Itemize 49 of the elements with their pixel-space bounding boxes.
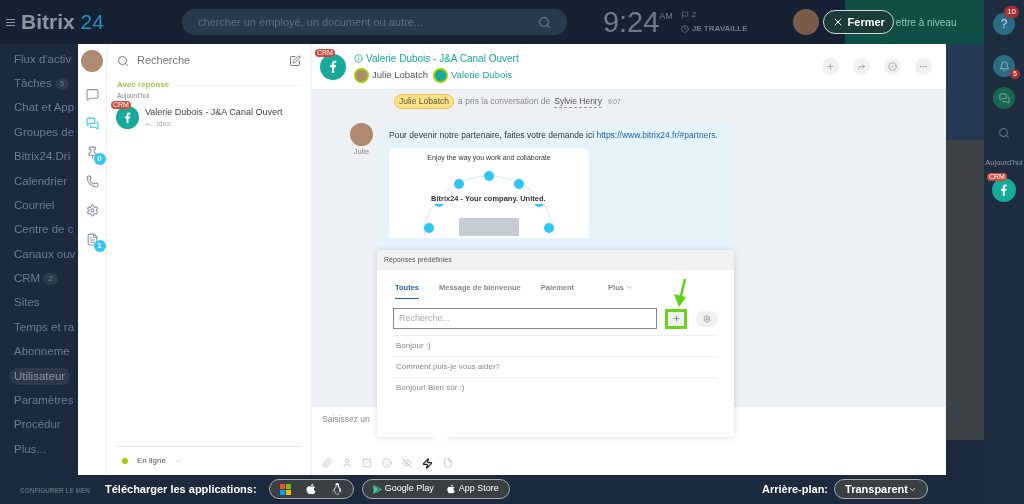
background-select[interactable]: Transparent (834, 479, 929, 499)
message-text: Pour devenir notre partenaire, faites votre demande ici https://www.bitrix24.fr/#partners. (389, 128, 719, 142)
menu-item[interactable]: Utilisateur (9, 367, 71, 385)
member-name[interactable]: Julie Lobatch (372, 67, 428, 83)
menu-item[interactable]: Tâches (14, 74, 52, 93)
search-field[interactable]: Recherche (137, 52, 281, 69)
upgrade-link[interactable]: ettre à niveau (895, 14, 957, 30)
menu-item[interactable]: Calendrier (14, 172, 68, 190)
menu-item[interactable]: Plus... (14, 440, 46, 459)
menu-item[interactable]: Courriel (14, 196, 55, 215)
menu-item[interactable]: Bitrix24.Dri (14, 148, 71, 166)
notification-badge: 10 (1004, 6, 1019, 18)
menu-item[interactable]: Chat et App (14, 99, 75, 117)
menu-item[interactable]: Sites (14, 294, 40, 312)
link[interactable]: https://www.bitrix24.fr/#partners. (596, 129, 718, 140)
menu-item[interactable]: CRM (14, 270, 41, 288)
flag-count: 2 (691, 9, 697, 21)
clock-ampm: AM (659, 10, 673, 21)
download-apps-label: Télécharger les applications: (105, 481, 257, 497)
google-play-link[interactable]: Google Play (372, 482, 434, 496)
background-label: Arrière-plan: (762, 481, 829, 497)
chat-title[interactable]: Valerie Dubois - J&A Canal Ouvert (366, 50, 519, 66)
close-button[interactable]: Fermer (822, 10, 894, 34)
count-badge: 0 (93, 153, 106, 165)
clock-time: 9:24 (602, 7, 660, 37)
menu-item[interactable]: Groupes de (14, 123, 75, 141)
menu-item[interactable]: Flux d'activ (14, 50, 72, 68)
canned-response-item[interactable]: Comment puis-je vous aider? (396, 361, 501, 374)
member-name[interactable]: Valerie Dubois (451, 67, 513, 83)
status-selector[interactable]: En ligne (107, 447, 311, 475)
menu-item[interactable]: Centre de c (14, 221, 74, 239)
menu-item[interactable]: Canaux ouv (14, 245, 76, 263)
count-badge: 1 (93, 240, 106, 252)
canned-response-item[interactable]: Bonjour! Bien sûr :) (396, 382, 465, 395)
operator-tag[interactable]: Julie Lobatch (394, 94, 455, 109)
menu-item[interactable]: Paramètres (14, 392, 74, 410)
section-heading: Avec réponse (117, 79, 170, 91)
chat-name: Valerie Dubois - J&A Canal Ouvert (145, 105, 283, 119)
app-store-link[interactable]: App Store (445, 482, 499, 496)
menu-item[interactable]: Procédur (14, 416, 61, 434)
user-link[interactable]: Sylvie Henry (554, 94, 602, 109)
menu-item[interactable]: Temps et ra (14, 318, 75, 337)
work-status[interactable]: JE TRAVAILLE (691, 23, 748, 35)
menu-item[interactable]: Abonneme (14, 343, 70, 361)
canned-response-item[interactable]: Bonjour :) (396, 340, 431, 353)
logo[interactable]: Bitrix 24 (21, 6, 104, 38)
system-message: a pris la conversation de (458, 95, 551, 108)
help-icon[interactable]: ? (993, 13, 1015, 35)
search-field[interactable]: Recherche... (393, 308, 658, 330)
